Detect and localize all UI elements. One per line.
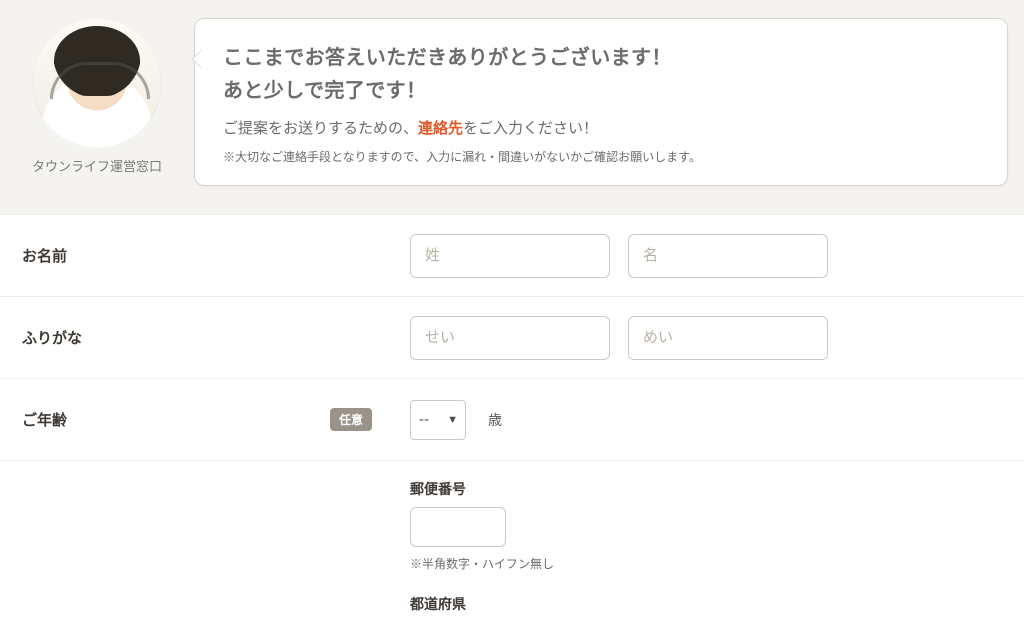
zip-hint: ※半角数字・ハイフン無し bbox=[410, 555, 554, 572]
contact-form: お名前 ふりがな ご年齢 任意 -- ▼ 歳 bbox=[0, 214, 1024, 632]
row-furigana: ふりがな bbox=[0, 297, 1024, 379]
input-zip[interactable] bbox=[410, 507, 506, 547]
input-first-name-kana[interactable] bbox=[628, 316, 828, 360]
input-last-name[interactable] bbox=[410, 234, 610, 278]
label-age: ご年齢 bbox=[22, 409, 67, 430]
row-name: お名前 bbox=[0, 215, 1024, 297]
operator-avatar bbox=[32, 18, 162, 148]
speech-line-1: ここまでお答えいただきありがとうございます！ bbox=[223, 41, 981, 70]
input-last-name-kana[interactable] bbox=[410, 316, 610, 360]
speech-lead-em: 連絡先 bbox=[418, 120, 463, 137]
age-unit: 歳 bbox=[488, 410, 502, 430]
label-prefecture: 都道府県 bbox=[410, 594, 466, 614]
speech-note: ※大切なご連絡手段となりますので、入力に漏れ・間違いがないかご確認お願いします。 bbox=[223, 148, 981, 165]
label-zip: 郵便番号 bbox=[410, 479, 466, 499]
speech-lead-after: をご入力ください！ bbox=[463, 120, 598, 137]
row-age: ご年齢 任意 -- ▼ 歳 bbox=[0, 379, 1024, 461]
badge-optional: 任意 bbox=[330, 408, 372, 431]
speech-bubble: ここまでお答えいただきありがとうございます！ あと少しで完了です！ ご提案をお送… bbox=[194, 18, 1008, 186]
age-select-wrap: -- ▼ bbox=[410, 400, 466, 440]
speech-line-2: あと少しで完了です！ bbox=[223, 74, 981, 103]
label-name: お名前 bbox=[22, 245, 67, 266]
operator-caption: タウンライフ運営窓口 bbox=[32, 156, 162, 175]
select-age[interactable]: -- bbox=[410, 400, 466, 440]
speech-lead: ご提案をお送りするための、連絡先をご入力ください！ bbox=[223, 117, 981, 138]
input-first-name[interactable] bbox=[628, 234, 828, 278]
operator-column: タウンライフ運営窓口 bbox=[22, 18, 172, 175]
label-furigana: ふりがな bbox=[22, 327, 82, 348]
speech-lead-before: ご提案をお送りするための、 bbox=[223, 120, 418, 137]
row-address: 郵便番号 ※半角数字・ハイフン無し 都道府県 bbox=[0, 461, 1024, 632]
